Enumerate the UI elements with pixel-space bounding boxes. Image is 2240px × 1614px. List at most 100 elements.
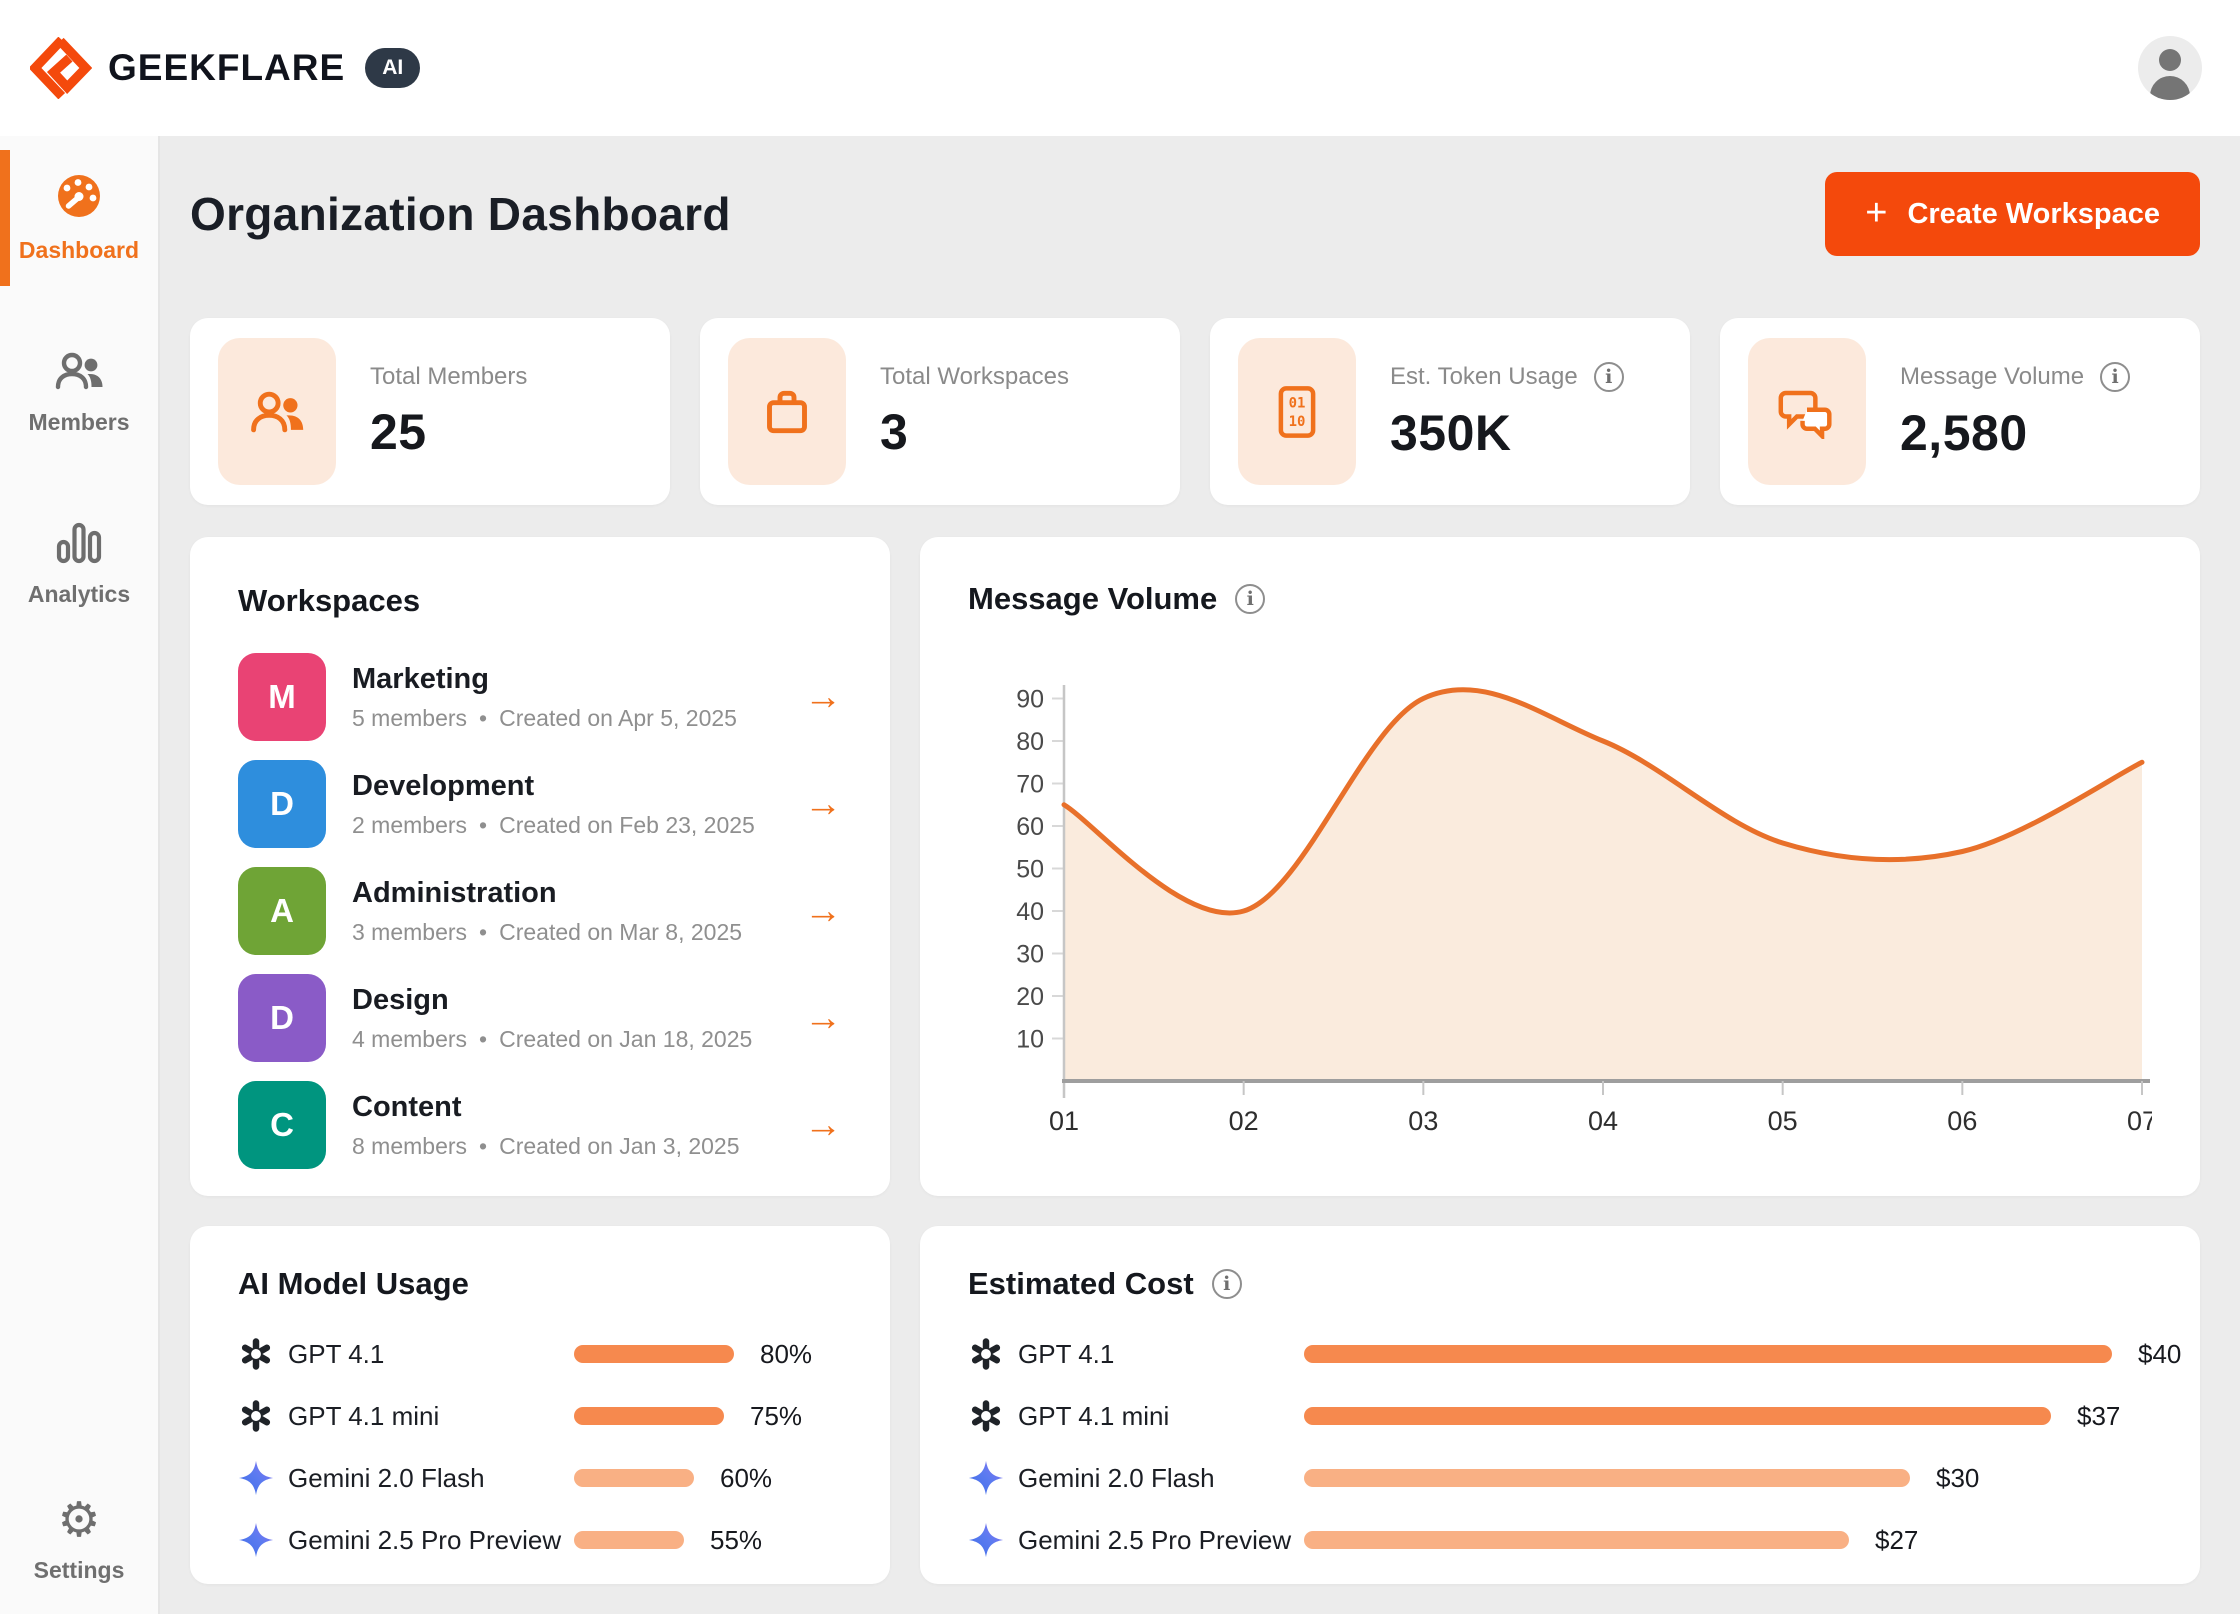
svg-text:10: 10 bbox=[1289, 413, 1306, 429]
info-icon[interactable]: i bbox=[1235, 584, 1265, 614]
usage-bar bbox=[574, 1469, 694, 1487]
cost-bar bbox=[1304, 1469, 1910, 1487]
svg-text:06: 06 bbox=[1947, 1106, 1977, 1136]
workspace-created: Created on Jan 18, 2025 bbox=[499, 1026, 752, 1053]
usage-row-gpt41mini: GPT 4.1 mini 75% bbox=[238, 1396, 846, 1436]
workspace-row-administration[interactable]: A Administration 3 members • Created on … bbox=[238, 867, 846, 955]
arrow-right-icon[interactable]: → bbox=[804, 997, 846, 1040]
plus-icon: + bbox=[1865, 194, 1887, 232]
gear-icon: ⚙ bbox=[57, 1497, 100, 1545]
info-icon[interactable]: i bbox=[1212, 1269, 1242, 1299]
cost-list: GPT 4.1 $40 GPT 4.1 mini $37 bbox=[968, 1334, 2152, 1560]
workspace-members: 3 members bbox=[352, 919, 467, 946]
page-title: Organization Dashboard bbox=[190, 187, 731, 241]
stat-value: 3 bbox=[880, 403, 1069, 461]
info-icon[interactable]: i bbox=[1594, 362, 1624, 392]
bottom-row: AI Model Usage GPT 4.1 80% bbox=[190, 1226, 2200, 1584]
cost-bar bbox=[1304, 1407, 2051, 1425]
sidebar-item-analytics[interactable]: Analytics bbox=[0, 500, 158, 630]
people-icon bbox=[53, 350, 105, 397]
svg-text:30: 30 bbox=[1016, 941, 1044, 969]
dot-separator: • bbox=[479, 919, 487, 946]
model-name: GPT 4.1 mini bbox=[288, 1401, 574, 1432]
model-name: GPT 4.1 mini bbox=[1018, 1401, 1304, 1432]
gemini-icon bbox=[968, 1521, 1004, 1559]
svg-text:07: 07 bbox=[2127, 1106, 2152, 1136]
arrow-right-icon[interactable]: → bbox=[804, 783, 846, 826]
workspace-avatar: C bbox=[238, 1081, 326, 1169]
logo: GEEKFLARE AI bbox=[30, 37, 420, 99]
openai-icon bbox=[968, 1397, 1004, 1435]
svg-text:04: 04 bbox=[1588, 1106, 1618, 1136]
arrow-right-icon[interactable]: → bbox=[804, 1104, 846, 1147]
stat-label: Total Members bbox=[370, 363, 527, 391]
stat-label: Message Volume bbox=[1900, 363, 2084, 391]
workspace-row-development[interactable]: D Development 2 members • Created on Feb… bbox=[238, 760, 846, 848]
stats-row: Total Members 25 Total Worksp bbox=[190, 318, 2200, 505]
shell: Dashboard Members bbox=[0, 136, 2240, 1614]
model-name: GPT 4.1 bbox=[1018, 1339, 1304, 1370]
workspace-row-marketing[interactable]: M Marketing 5 members • Created on Apr 5… bbox=[238, 653, 846, 741]
stat-card-total-workspaces: Total Workspaces 3 bbox=[700, 318, 1180, 505]
user-avatar[interactable] bbox=[2138, 36, 2202, 100]
workspace-members: 5 members bbox=[352, 705, 467, 732]
stat-label: Est. Token Usage bbox=[1390, 363, 1578, 391]
openai-icon bbox=[968, 1335, 1004, 1373]
sidebar-item-label: Members bbox=[29, 409, 130, 436]
create-workspace-button[interactable]: + Create Workspace bbox=[1825, 172, 2200, 256]
gauge-icon bbox=[55, 172, 103, 225]
stat-label: Total Workspaces bbox=[880, 363, 1069, 391]
workspace-name: Design bbox=[352, 984, 752, 1017]
arrow-right-icon[interactable]: → bbox=[804, 890, 846, 933]
model-name: Gemini 2.5 Pro Preview bbox=[288, 1525, 574, 1556]
workspace-avatar: D bbox=[238, 760, 326, 848]
usage-bar bbox=[574, 1345, 734, 1363]
usage-row-gpt41: GPT 4.1 80% bbox=[238, 1334, 846, 1374]
panel-title: Message Volume bbox=[968, 581, 1217, 617]
page-head: Organization Dashboard + Create Workspac… bbox=[190, 172, 2200, 256]
sidebar-item-members[interactable]: Members bbox=[0, 328, 158, 458]
workspace-members: 4 members bbox=[352, 1026, 467, 1053]
sidebar-item-settings[interactable]: ⚙ Settings bbox=[0, 1475, 158, 1606]
gemini-icon bbox=[238, 1521, 274, 1559]
model-name: Gemini 2.0 Flash bbox=[288, 1463, 574, 1494]
stat-value: 2,580 bbox=[1900, 404, 2130, 462]
cost-value: $30 bbox=[1936, 1463, 1979, 1494]
briefcase-icon bbox=[728, 338, 846, 485]
stat-card-token-usage: 01 10 Est. Token Usage i 350K bbox=[1210, 318, 1690, 505]
svg-text:10: 10 bbox=[1016, 1026, 1044, 1054]
sidebar-item-dashboard[interactable]: Dashboard bbox=[0, 150, 158, 286]
svg-text:01: 01 bbox=[1049, 1106, 1079, 1136]
workspace-created: Created on Mar 8, 2025 bbox=[499, 919, 742, 946]
info-icon[interactable]: i bbox=[2100, 362, 2130, 392]
workspace-members: 8 members bbox=[352, 1133, 467, 1160]
workspace-list: M Marketing 5 members • Created on Apr 5… bbox=[238, 653, 846, 1169]
token-binary-icon: 01 10 bbox=[1238, 338, 1356, 485]
workspace-row-content[interactable]: C Content 8 members • Created on Jan 3, … bbox=[238, 1081, 846, 1169]
cost-bar bbox=[1304, 1531, 1849, 1549]
cost-value: $27 bbox=[1875, 1525, 1918, 1556]
members-icon bbox=[218, 338, 336, 485]
workspace-row-design[interactable]: D Design 4 members • Created on Jan 18, … bbox=[238, 974, 846, 1062]
message-volume-chart: 10203040506070809001020304050607 bbox=[968, 633, 2152, 1138]
cost-value: $37 bbox=[2077, 1401, 2120, 1432]
bar-chart-icon bbox=[56, 522, 102, 569]
dot-separator: • bbox=[479, 812, 487, 839]
workspace-name: Administration bbox=[352, 877, 742, 910]
logo-text: GEEKFLARE bbox=[108, 47, 345, 89]
sidebar-item-label: Settings bbox=[34, 1557, 125, 1584]
sidebar-item-label: Analytics bbox=[28, 581, 130, 608]
cost-row-gpt41mini: GPT 4.1 mini $37 bbox=[968, 1396, 2152, 1436]
app-root: GEEKFLARE AI bbox=[0, 0, 2240, 1614]
usage-row-gemini20: Gemini 2.0 Flash 60% bbox=[238, 1458, 846, 1498]
workspace-name: Marketing bbox=[352, 663, 737, 696]
arrow-right-icon[interactable]: → bbox=[804, 676, 846, 719]
cost-bar bbox=[1304, 1345, 2112, 1363]
stat-value: 25 bbox=[370, 403, 527, 461]
svg-text:40: 40 bbox=[1016, 898, 1044, 926]
workspace-created: Created on Feb 23, 2025 bbox=[499, 812, 755, 839]
workspace-created: Created on Apr 5, 2025 bbox=[499, 705, 737, 732]
estimated-cost-panel: Estimated Cost i GPT 4.1 $40 bbox=[920, 1226, 2200, 1584]
ai-badge: AI bbox=[365, 48, 420, 88]
openai-icon bbox=[238, 1335, 274, 1373]
